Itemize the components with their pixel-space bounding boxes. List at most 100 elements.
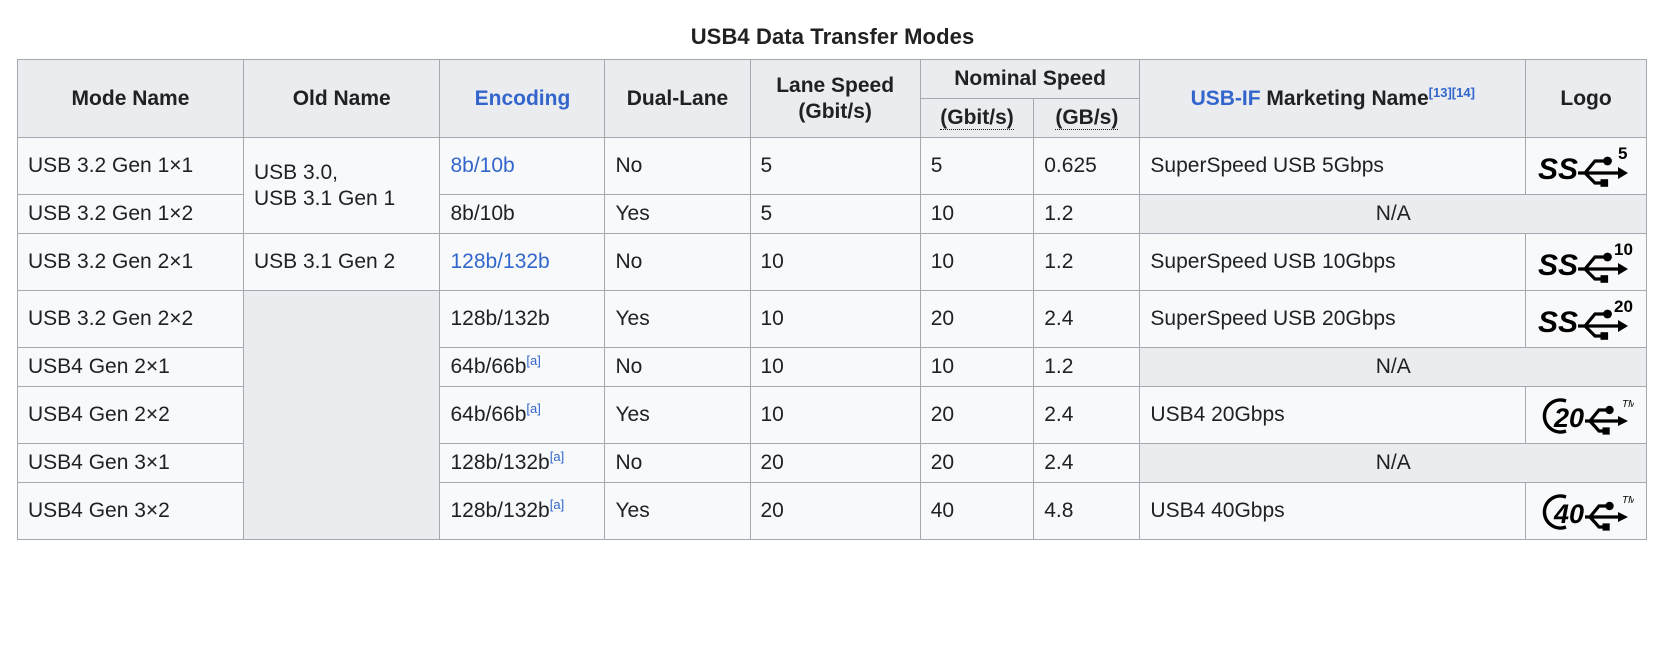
cell-dual-lane: Yes	[604, 194, 751, 234]
cell-dual-lane: Yes	[604, 482, 751, 540]
cell-marketing-name-na: N/A	[1139, 347, 1647, 387]
table-body: Mode Name Old Name Encoding Dual-Lane La…	[17, 59, 1647, 540]
superspeed-usb-5-logo-icon: SS 5	[1536, 144, 1636, 188]
svg-text:5: 5	[1618, 145, 1627, 163]
citation-13[interactable]: [13]	[1429, 85, 1452, 100]
cell-lane-speed: 5	[749, 137, 921, 195]
col-header-mode-name: Mode Name	[17, 59, 244, 138]
footnote-a[interactable]: [a]	[526, 401, 540, 416]
cell-nominal-gb: 0.625	[1033, 137, 1141, 195]
cell-lane-speed: 10	[749, 347, 921, 387]
usb-if-link[interactable]: USB-IF	[1191, 87, 1261, 110]
svg-text:SS: SS	[1538, 306, 1578, 339]
cell-lane-speed: 10	[749, 290, 921, 348]
cell-marketing-name: SuperSpeed USB 10Gbps	[1139, 233, 1527, 291]
lane-speed-unit: (Gbit/s)	[798, 99, 872, 123]
superspeed-usb-10-logo-icon: SS 10	[1536, 240, 1636, 284]
encoding-header-link[interactable]: Encoding	[475, 87, 571, 110]
cell-mode-name: USB 3.2 Gen 2×1	[17, 233, 244, 291]
encoding-link[interactable]: 128b/132b	[450, 250, 549, 273]
col-header-marketing-name: USB-IF Marketing Name[13][14]	[1139, 59, 1527, 138]
header-row-1: Mode Name Old Name Encoding Dual-Lane La…	[17, 59, 1647, 138]
cell-dual-lane: Yes	[604, 386, 751, 444]
cell-nominal-gb: 2.4	[1033, 386, 1141, 444]
svg-text:TM: TM	[1622, 495, 1634, 506]
cell-mode-name: USB 3.2 Gen 1×1	[17, 137, 244, 195]
cell-nominal-gb: 1.2	[1033, 194, 1141, 234]
cell-nominal-gbit: 40	[919, 482, 1035, 540]
svg-text:SS: SS	[1538, 153, 1578, 186]
cell-nominal-gbit: 20	[919, 290, 1035, 348]
cell-mode-name: USB4 Gen 2×2	[17, 386, 244, 444]
table-row: USB 3.2 Gen 2×1 USB 3.1 Gen 2 128b/132b …	[17, 233, 1647, 291]
footnote-a[interactable]: [a]	[550, 497, 564, 512]
marketing-name-text: Marketing Name	[1260, 86, 1429, 110]
svg-text:10: 10	[1614, 241, 1633, 259]
cell-marketing-name-na: N/A	[1139, 194, 1647, 234]
cell-nominal-gbit: 5	[919, 137, 1035, 195]
cell-encoding: 128b/132b	[439, 233, 606, 291]
usb4-data-transfer-modes-table: Mode Name Old Name Encoding Dual-Lane La…	[17, 59, 1647, 540]
cell-nominal-gbit: 20	[919, 443, 1035, 483]
nominal-gb-abbr: (GB/s)	[1055, 106, 1119, 130]
cell-nominal-gb: 1.2	[1033, 347, 1141, 387]
cell-marketing-name: SuperSpeed USB 5Gbps	[1139, 137, 1527, 195]
cell-encoding: 64b/66b[a]	[439, 347, 606, 387]
encoding-text: 128b/132b	[450, 451, 550, 474]
cell-dual-lane: Yes	[604, 290, 751, 348]
cell-dual-lane: No	[604, 347, 751, 387]
cell-logo: SS 10	[1525, 233, 1647, 291]
cell-marketing-name: USB4 20Gbps	[1139, 386, 1527, 444]
lane-speed-label: Lane Speed	[776, 73, 895, 97]
cell-encoding: 8b/10b	[439, 194, 606, 234]
cell-lane-speed: 10	[749, 386, 921, 444]
cell-nominal-gb: 2.4	[1033, 443, 1141, 483]
cell-nominal-gbit: 10	[919, 194, 1035, 234]
cell-encoding: 128b/132b	[439, 290, 606, 348]
col-header-nominal-gbit: (Gbit/s)	[919, 98, 1035, 138]
col-header-nominal-gb: (GB/s)	[1033, 98, 1141, 138]
cell-dual-lane: No	[604, 233, 751, 291]
svg-text:20: 20	[1614, 298, 1633, 316]
cell-logo: SS 5	[1525, 137, 1647, 195]
cell-logo: 20 TM	[1525, 386, 1647, 444]
col-header-encoding: Encoding	[439, 59, 606, 138]
cell-nominal-gbit: 20	[919, 386, 1035, 444]
cell-dual-lane: No	[604, 443, 751, 483]
cell-encoding: 64b/66b[a]	[439, 386, 606, 444]
svg-text:40: 40	[1553, 499, 1584, 529]
usb4-40gbps-logo-icon: 40 TM	[1536, 489, 1636, 533]
cell-old-name: USB 3.1 Gen 2	[242, 233, 441, 291]
superspeed-usb-20-logo-icon: SS 20	[1536, 297, 1636, 341]
cell-encoding: 128b/132b[a]	[439, 443, 606, 483]
cell-marketing-name-na: N/A	[1139, 443, 1647, 483]
cell-marketing-name: SuperSpeed USB 20Gbps	[1139, 290, 1527, 348]
cell-lane-speed: 10	[749, 233, 921, 291]
cell-mode-name: USB 3.2 Gen 1×2	[17, 194, 244, 234]
cell-dual-lane: No	[604, 137, 751, 195]
encoding-text: 128b/132b	[450, 499, 550, 522]
table-row: USB 3.2 Gen 2×2 128b/132b Yes 10 20 2.4 …	[17, 290, 1647, 540]
cell-nominal-gb: 1.2	[1033, 233, 1141, 291]
table-row: USB 3.2 Gen 1×1 USB 3.0, USB 3.1 Gen 1 8…	[17, 137, 1647, 234]
cell-encoding: 8b/10b	[439, 137, 606, 195]
old-name-line-2: USB 3.1 Gen 1	[253, 186, 396, 210]
citation-14[interactable]: [14]	[1452, 85, 1475, 100]
svg-text:TM: TM	[1622, 399, 1634, 410]
cell-logo: 40 TM	[1525, 482, 1647, 540]
footnote-a[interactable]: [a]	[526, 353, 540, 368]
cell-nominal-gbit: 10	[919, 347, 1035, 387]
cell-old-name-empty	[242, 290, 441, 540]
cell-logo: SS 20	[1525, 290, 1647, 348]
usb4-20gbps-logo-icon: 20 TM	[1536, 393, 1636, 437]
encoding-text: 64b/66b	[450, 403, 527, 426]
old-name-line-1: USB 3.0,	[253, 160, 338, 184]
encoding-link[interactable]: 8b/10b	[450, 154, 514, 177]
cell-lane-speed: 20	[749, 482, 921, 540]
cell-lane-speed: 5	[749, 194, 921, 234]
page-root: USB4 Data Transfer Modes Mode Name Old N…	[0, 0, 1665, 666]
table-caption: USB4 Data Transfer Modes	[690, 24, 975, 49]
cell-mode-name: USB 3.2 Gen 2×2	[17, 290, 244, 348]
nominal-gbit-abbr: (Gbit/s)	[940, 106, 1014, 130]
footnote-a[interactable]: [a]	[550, 449, 564, 464]
